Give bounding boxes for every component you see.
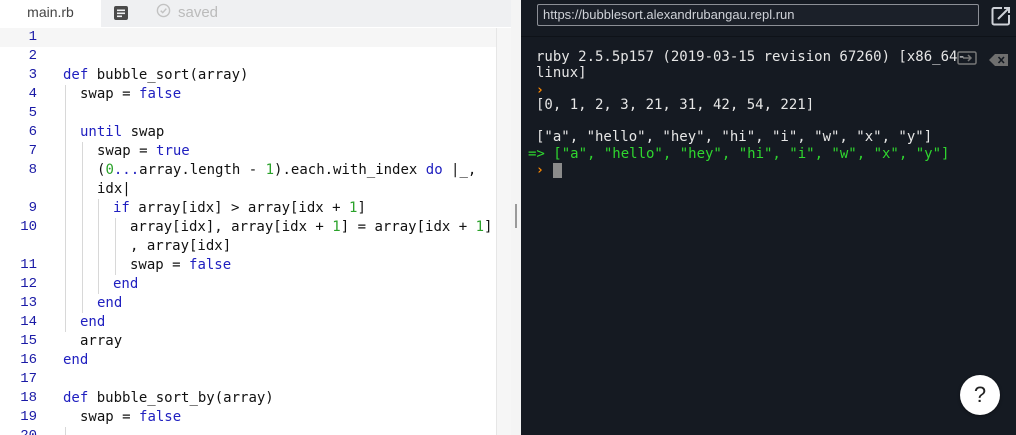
help-button[interactable]: ?	[960, 375, 1000, 415]
console-pane[interactable]: https://bubblesort.alexandrubangau.repl.…	[521, 0, 1016, 435]
code-line[interactable]: idx|	[97, 180, 131, 199]
divider-handle[interactable]	[515, 204, 517, 228]
line-number: 9	[28, 200, 37, 216]
line-number: 8	[28, 162, 37, 178]
active-line-highlight	[0, 28, 511, 47]
indent-guide	[115, 218, 116, 275]
line-number: 7	[28, 143, 37, 159]
code-line[interactable]: swap = false	[130, 256, 231, 275]
line-number: 11	[20, 257, 37, 273]
code-line[interactable]: def bubble_sort_by(array)	[63, 389, 274, 408]
line-number: 3	[28, 67, 37, 83]
code-line[interactable]: array[idx], array[idx + 1] = array[idx +…	[130, 218, 492, 237]
console-header-divider	[521, 36, 1016, 37]
code-line[interactable]: end	[80, 313, 105, 332]
line-number: 18	[20, 390, 37, 406]
code-line[interactable]: (0...array.length - 1).each.with_index d…	[97, 161, 476, 180]
line-number: 17	[20, 371, 37, 387]
output-line-strings: ["a", "hello", "hey", "hi", "i", "w", "x…	[536, 129, 933, 145]
code-line[interactable]: swap = false	[80, 85, 181, 104]
editor-scrollbar[interactable]	[496, 28, 511, 435]
indent-guide	[65, 85, 66, 332]
line-number	[0, 237, 44, 256]
code-line[interactable]: def bubble_sort(array)	[63, 66, 248, 85]
line-number: 6	[28, 124, 37, 140]
saved-label: saved	[178, 4, 219, 21]
indent-guide	[65, 427, 66, 435]
code-line[interactable]: end	[113, 275, 138, 294]
saved-check-icon	[156, 3, 171, 23]
line-number: 12	[20, 276, 37, 292]
code-line[interactable]: until swap	[80, 123, 164, 142]
output-line-numbers: [0, 1, 2, 3, 21, 31, 42, 54, 221]	[536, 97, 815, 113]
line-number: 2	[28, 48, 37, 64]
ruby-version-banner-cont: linux]	[536, 65, 587, 81]
code-line[interactable]: swap = false	[80, 408, 181, 427]
editor-tab-bar: main.rb saved	[0, 0, 511, 27]
code-editor-pane[interactable]: main.rb saved 1 2 3 4 5 6 7 8 9 10 11 12 13 14 15 16 17 1…	[0, 0, 511, 435]
line-number: 1	[28, 29, 37, 45]
line-number: 19	[20, 409, 37, 425]
line-number: 13	[20, 295, 37, 311]
repl-url-field[interactable]: https://bubblesort.alexandrubangau.repl.…	[537, 4, 979, 26]
code-line[interactable]: , array[idx]	[130, 237, 231, 256]
line-number: 20	[0, 427, 44, 435]
clear-console-icon[interactable]	[989, 53, 1009, 66]
line-number: 16	[20, 352, 37, 368]
code-line[interactable]: end	[63, 351, 88, 370]
code-line[interactable]: end	[97, 294, 122, 313]
line-number: 14	[20, 314, 37, 330]
line-number: 5	[28, 105, 37, 121]
line-number	[0, 180, 44, 199]
return-value-line: => ["a", "hello", "hey", "hi", "i", "w",…	[528, 146, 950, 162]
code-line[interactable]: swap = true	[97, 142, 190, 161]
line-number: 10	[20, 219, 37, 235]
code-line[interactable]: if array[idx] > array[idx + 1]	[113, 199, 366, 218]
ruby-version-banner: ruby 2.5.5p157 (2019-03-15 revision 6726…	[536, 49, 966, 65]
indent-guide	[98, 199, 99, 294]
document-icon[interactable]	[112, 4, 130, 22]
input-prompt-marker: ›	[536, 163, 544, 178]
code-line[interactable]: array	[80, 332, 122, 351]
saved-status: saved	[156, 3, 218, 23]
line-number: 15	[20, 333, 37, 349]
open-in-new-tab-icon[interactable]	[990, 5, 1012, 27]
console-input-cursor[interactable]	[553, 163, 562, 178]
file-tab-main-rb[interactable]: main.rb	[0, 0, 101, 27]
line-number: 4	[28, 86, 37, 102]
indent-guide	[82, 142, 83, 313]
